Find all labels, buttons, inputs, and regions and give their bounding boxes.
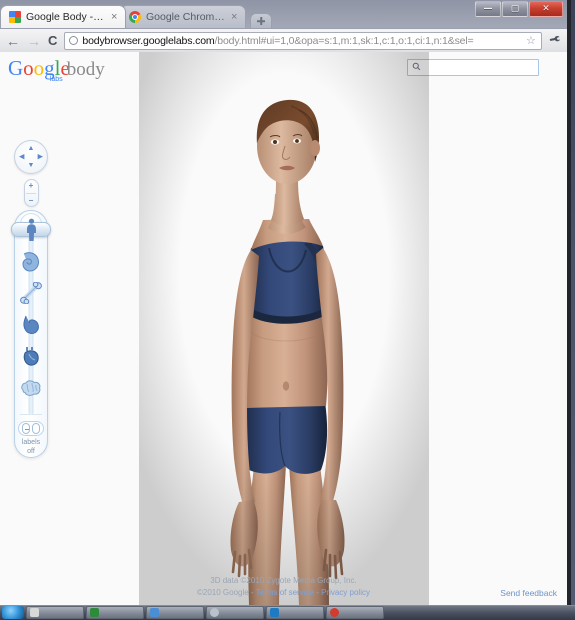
- back-button[interactable]: ←: [6, 34, 20, 48]
- skin-person-icon: [26, 218, 36, 241]
- labels-toggle-line1: labels: [21, 439, 41, 447]
- close-button[interactable]: ✕: [529, 1, 563, 17]
- app-icon: [270, 608, 279, 617]
- reload-button[interactable]: C: [48, 34, 57, 47]
- page-info-icon[interactable]: [69, 36, 79, 45]
- zoom-control[interactable]: + −: [23, 179, 39, 207]
- google-body-favicon-icon: [9, 11, 21, 23]
- pan-up-icon[interactable]: ▲: [28, 145, 35, 152]
- taskbar-item[interactable]: [266, 606, 324, 619]
- start-button[interactable]: [2, 606, 24, 619]
- pan-down-icon[interactable]: ▼: [28, 162, 35, 169]
- 3d-viewport[interactable]: ▲ ▼ ◀ ▶ + − labels off: [0, 52, 567, 605]
- layer-item-circulatory[interactable]: [18, 342, 44, 372]
- tab-label: Google Body - G...: [26, 11, 106, 23]
- zoom-out-button[interactable]: −: [29, 196, 34, 205]
- heart-icon: [23, 346, 39, 366]
- human-body-model[interactable]: [0, 52, 567, 605]
- screen: Google Body - G... × Google Chrome ... ×…: [0, 0, 575, 620]
- layer-item-nervous[interactable]: [18, 374, 44, 404]
- pan-left-icon[interactable]: ◀: [19, 154, 24, 161]
- url-path: /body.html#ui=1,0&opa=s:1,m:1,sk:1,c:1,o…: [214, 34, 474, 47]
- layer-item-skeleton[interactable]: [18, 279, 44, 309]
- close-icon: ✕: [542, 3, 550, 14]
- muscle-icon: [22, 251, 39, 272]
- view-controls: ▲ ▼ ◀ ▶ + −: [14, 140, 48, 207]
- forward-button[interactable]: →: [27, 34, 41, 48]
- labels-toggle-caption: labels off: [22, 439, 40, 457]
- body-figure: [138, 52, 429, 605]
- labels-toggle-line2: off: [27, 448, 35, 456]
- chrome-favicon-icon: [129, 11, 141, 23]
- layer-slider-panel[interactable]: labels off: [11, 210, 51, 458]
- brain-icon: [21, 380, 41, 396]
- new-tab-button[interactable]: [250, 13, 272, 28]
- wrench-menu-icon[interactable]: [546, 31, 564, 49]
- labels-toggle[interactable]: [18, 420, 44, 437]
- minimize-icon: —: [483, 3, 493, 14]
- windows-taskbar: [0, 605, 575, 620]
- window-controls: — ▢ ✕: [475, 1, 563, 17]
- title-bar: Google Body - G... × Google Chrome ... ×…: [0, 0, 567, 28]
- browser-window: Google Body - G... × Google Chrome ... ×…: [0, 0, 571, 605]
- url-host: bodybrowser.googlelabs.com: [82, 34, 215, 47]
- stomach-organ-icon: [23, 315, 39, 335]
- tab-close-icon[interactable]: ×: [111, 11, 119, 23]
- zoom-divider: [26, 192, 36, 194]
- pan-control[interactable]: ▲ ▼ ◀ ▶: [14, 140, 48, 174]
- tab-google-chrome[interactable]: Google Chrome ... ×: [120, 5, 246, 28]
- layer-item-skin[interactable]: [11, 213, 51, 245]
- maximize-button[interactable]: ▢: [502, 1, 528, 17]
- wrench-glyph: [549, 35, 560, 41]
- tab-close-icon[interactable]: ×: [231, 11, 239, 23]
- layer-item-organs[interactable]: [18, 310, 44, 340]
- send-feedback-link[interactable]: Send feedback: [500, 588, 557, 598]
- app-icon: [210, 608, 219, 617]
- minimize-button[interactable]: —: [475, 1, 501, 17]
- layer-item-muscle[interactable]: [18, 247, 44, 277]
- tab-google-body[interactable]: Google Body - G... ×: [0, 5, 126, 28]
- tab-strip: Google Body - G... × Google Chrome ... ×: [0, 4, 272, 28]
- maximize-icon: ▢: [510, 3, 520, 14]
- app-icon: [150, 608, 159, 617]
- bone-icon: [20, 282, 42, 305]
- app-icon: [30, 608, 39, 617]
- labels-toggle-knob-left: [22, 423, 30, 435]
- web-page: Googlelabs body ▲ ▼ ◀ ▶ + − labels off 3…: [0, 52, 567, 605]
- taskbar-item[interactable]: [146, 606, 204, 619]
- app-icon: [330, 608, 339, 617]
- browser-toolbar: ← → C bodybrowser.googlelabs.com/body.ht…: [0, 28, 567, 52]
- bookmark-star-icon[interactable]: ☆: [526, 34, 537, 47]
- labels-toggle-knob-right: [32, 423, 40, 435]
- zoom-in-button[interactable]: +: [29, 181, 34, 190]
- taskbar-item[interactable]: [26, 606, 84, 619]
- app-icon: [90, 608, 99, 617]
- taskbar-item[interactable]: [326, 606, 384, 619]
- address-bar-text: bodybrowser.googlelabs.com/body.html#ui=…: [82, 35, 522, 47]
- taskbar-item[interactable]: [206, 606, 264, 619]
- taskbar-item[interactable]: [86, 606, 144, 619]
- pan-right-icon[interactable]: ▶: [38, 154, 43, 161]
- tab-label: Google Chrome ...: [146, 11, 226, 23]
- address-bar[interactable]: bodybrowser.googlelabs.com/body.html#ui=…: [64, 31, 542, 50]
